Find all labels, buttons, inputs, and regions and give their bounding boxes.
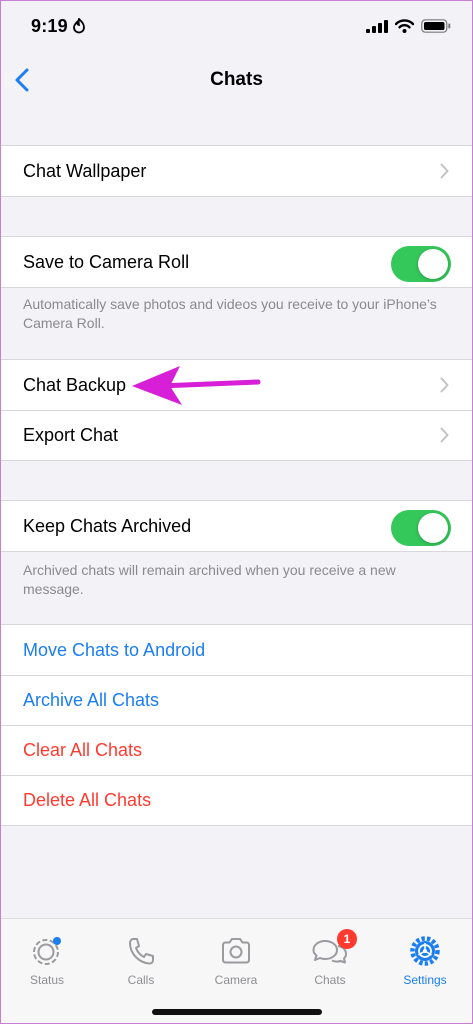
tab-chats[interactable]: 1 Chats <box>290 929 370 987</box>
save-to-camera-roll-note: Automatically save photos and videos you… <box>23 296 437 331</box>
navigation-bar: Chats <box>0 56 473 104</box>
tab-chats-label: Chats <box>314 973 346 987</box>
cellular-signal-icon <box>366 19 388 33</box>
wallpaper-group: Chat Wallpaper <box>0 145 473 197</box>
camera-icon <box>222 938 250 964</box>
home-indicator <box>152 1009 322 1015</box>
tab-calls-label: Calls <box>127 973 155 987</box>
delete-all-chats-button[interactable]: Delete All Chats <box>0 775 473 825</box>
archive-group: Keep Chats Archived <box>0 500 473 552</box>
save-to-camera-roll-row: Save to Camera Roll <box>0 237 473 287</box>
wifi-icon <box>395 19 414 33</box>
battery-icon <box>421 19 451 33</box>
location-icon <box>73 18 85 34</box>
keep-chats-archived-label: Keep Chats Archived <box>23 515 192 536</box>
tab-status[interactable]: Status <box>7 935 87 987</box>
chevron-right-icon <box>440 427 449 443</box>
chat-backup-label: Chat Backup <box>23 374 127 395</box>
keep-chats-archived-row: Keep Chats Archived <box>0 501 473 551</box>
clear-all-chats-button[interactable]: Clear All Chats <box>0 725 473 775</box>
chats-unread-badge: 1 <box>337 929 357 949</box>
save-to-camera-roll-label: Save to Camera Roll <box>23 251 190 272</box>
archive-all-chats-button[interactable]: Archive All Chats <box>0 675 473 725</box>
tab-calls[interactable]: Calls <box>101 935 181 987</box>
page-title: Chats <box>210 69 263 90</box>
status-icon <box>33 937 61 965</box>
status-time: 9:19 <box>31 16 68 36</box>
annotation-arrow-icon <box>132 366 261 405</box>
chevron-right-icon <box>440 163 449 179</box>
export-chat-row[interactable]: Export Chat <box>0 410 473 460</box>
chat-wallpaper-row[interactable]: Chat Wallpaper <box>0 146 473 196</box>
phone-icon <box>129 938 154 965</box>
chat-actions-group: Move Chats to Android Archive All Chats … <box>0 624 473 826</box>
save-to-camera-roll-toggle[interactable] <box>391 246 451 282</box>
tab-status-label: Status <box>29 973 65 987</box>
gear-icon <box>410 936 440 966</box>
tab-settings[interactable]: Settings <box>385 935 465 987</box>
chat-wallpaper-label: Chat Wallpaper <box>23 160 147 181</box>
chevron-right-icon <box>440 377 449 393</box>
camera-roll-group: Save to Camera Roll <box>0 236 473 288</box>
tab-settings-label: Settings <box>403 973 447 987</box>
export-chat-label: Export Chat <box>23 424 119 445</box>
status-bar: 9:19 <box>0 0 473 56</box>
keep-chats-archived-note: Archived chats will remain archived when… <box>23 562 396 597</box>
tab-camera-label: Camera <box>214 973 258 987</box>
tab-camera[interactable]: Camera <box>196 935 276 987</box>
move-chats-to-android-button[interactable]: Move Chats to Android <box>0 625 473 675</box>
status-indicators <box>366 19 451 33</box>
keep-chats-archived-toggle[interactable] <box>391 510 451 546</box>
